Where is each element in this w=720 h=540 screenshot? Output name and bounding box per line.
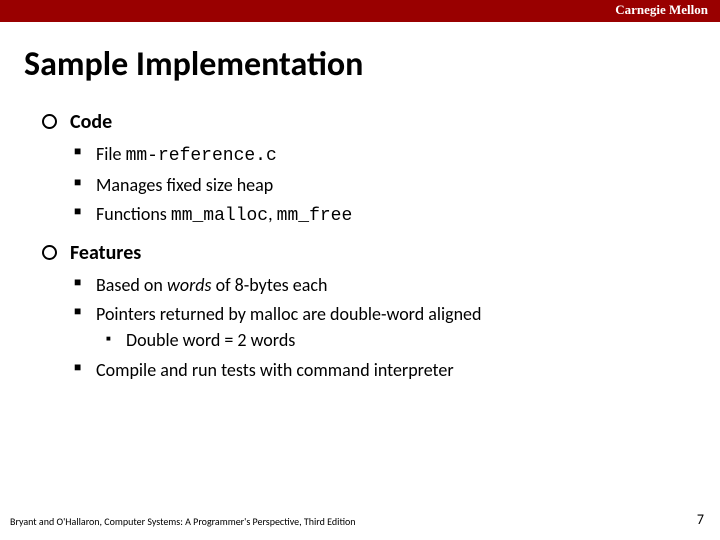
section-heading: Features [70,241,141,265]
italic-text: words [167,274,212,296]
brand-label: Carnegie Mellon [615,2,708,18]
slide-title: Sample Implementation [24,44,363,85]
slide-content: Code File mm-reference.c Manages fixed s… [42,108,690,393]
list-item: Based on words of 8-bytes each [70,272,690,298]
list-item: Compile and run tests with command inter… [70,357,690,383]
list-item: Manages fixed size heap [70,172,690,198]
page-number: 7 [697,511,704,528]
code-text: mm_malloc [171,206,268,226]
list-item: Pointers returned by malloc are double-w… [70,301,690,353]
header-bar: Carnegie Mellon [0,0,720,22]
slide: Carnegie Mellon Sample Implementation Co… [0,0,720,540]
code-text: mm-reference.c [126,146,277,166]
section-code: Code File mm-reference.c Manages fixed s… [42,108,690,229]
list-item: Functions mm_malloc, mm_free [70,201,690,229]
section-features: Features Based on words of 8-bytes each … [42,239,690,382]
code-text: mm_free [277,206,353,226]
list-item: Double word = 2 words [96,327,690,353]
list-item: File mm-reference.c [70,141,690,169]
section-heading: Code [70,110,112,134]
footer-credit: Bryant and O'Hallaron, Computer Systems:… [10,515,356,528]
